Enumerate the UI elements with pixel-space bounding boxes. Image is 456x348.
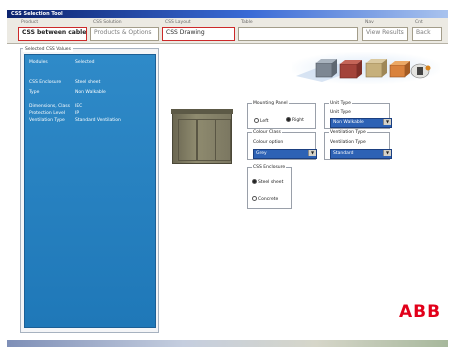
cube-grey-icon — [315, 59, 337, 78]
enclosure-option-steel[interactable]: Steel sheet — [252, 179, 283, 185]
wizard-step-label: CSS Layout — [165, 20, 191, 25]
chevron-down-icon[interactable]: ▼ — [383, 150, 391, 156]
selected-values-panel: Modules Selected CSS Enclosure Steel sheet… — [24, 54, 156, 328]
ventilation-select[interactable]: Standard ▼ — [330, 149, 392, 159]
sidebar-title: Selected CSS Values — [23, 47, 73, 52]
wizard-step-table[interactable]: Table — [238, 20, 358, 41]
colour-class-group: Colour Class Colour option Grey ▼ — [247, 130, 317, 160]
sidebar-row: Type Non Walkable — [29, 90, 106, 95]
mounting-panel-title: Mounting Panel — [252, 101, 289, 106]
window-title-bar: CSS Selection Tool — [7, 10, 448, 18]
unit-type-group: Unit Type Unit Type Non Walkable ▼ — [324, 101, 392, 129]
radio-icon — [254, 118, 259, 123]
wizard-step-back[interactable]: Cnt Back — [412, 20, 442, 41]
radio-label: Right — [292, 118, 304, 123]
switch-module-icon — [410, 63, 431, 79]
mounting-panel-group: Mounting Panel Left Right — [247, 101, 316, 129]
unit-type-field-label: Unit Type — [330, 110, 351, 115]
sidebar-row-value: IEC — [75, 104, 83, 109]
radio-label: Left — [260, 119, 269, 124]
wizard-step-results[interactable]: Nav View Results — [362, 20, 408, 41]
sidebar-row-key: CSS Enclosure — [29, 80, 62, 85]
wizard-step-label: Nav — [365, 20, 374, 25]
unit-type-select-value: Non Walkable — [333, 120, 364, 125]
radio-icon — [252, 179, 257, 184]
cube-sand-icon — [365, 59, 387, 78]
chevron-down-icon[interactable]: ▼ — [308, 150, 316, 156]
mounting-option-left[interactable]: Left — [254, 118, 268, 124]
taskbar — [7, 340, 448, 347]
sidebar-row-value: Standard Ventilation — [75, 118, 121, 123]
wizard-step-product[interactable]: Product CSS between cables — [18, 20, 87, 41]
abb-logo: ABB — [399, 302, 442, 322]
ventilation-field-label: Ventilation Type — [330, 140, 366, 145]
cube-red-icon — [339, 60, 362, 79]
ventilation-type-title: Ventilation Type — [329, 130, 367, 135]
wizard-step-label: Table — [241, 20, 253, 25]
wizard-step-label: CSS Solution — [93, 20, 122, 25]
css-enclosure-group: CSS Enclosure Steel sheet Concrete — [247, 165, 292, 209]
sidebar-row: Protection Level IP — [29, 111, 79, 116]
colour-class-title: Colour Class — [252, 130, 282, 135]
colour-field-label: Colour option — [253, 140, 284, 145]
wizard-step-value: CSS Drawing — [162, 27, 235, 41]
product-cubes-image — [296, 59, 431, 82]
sidebar-row-value: Non Walkable — [75, 90, 106, 95]
wizard-step-value: View Results — [362, 27, 408, 41]
mounting-option-right[interactable]: Right — [286, 117, 304, 123]
wizard-step-value: Back — [412, 27, 442, 41]
colour-select[interactable]: Grey ▼ — [253, 149, 317, 159]
window-title: CSS Selection Tool — [11, 11, 63, 17]
sidebar-row: Ventilation Type Standard Ventilation — [29, 118, 121, 123]
unit-type-select[interactable]: Non Walkable ▼ — [330, 118, 392, 128]
ventilation-select-value: Standard — [333, 151, 354, 156]
colour-select-value: Grey — [256, 151, 267, 156]
enclosure-door-left — [178, 119, 197, 161]
cube-orange-icon — [389, 61, 410, 78]
wizard-step-value — [238, 27, 358, 41]
sidebar-row-value: Steel sheet — [75, 80, 101, 85]
wizard-step-layout[interactable]: CSS Layout CSS Drawing — [162, 20, 235, 41]
sidebar-row: Dimensions, Class IEC — [29, 104, 82, 109]
enclosure-option-concrete[interactable]: Concrete — [252, 196, 278, 202]
wizard-step-value: Products & Options — [90, 27, 159, 41]
wizard-step-value: CSS between cables — [18, 27, 87, 41]
sidebar-row-key: Protection Level — [29, 111, 66, 116]
product-range-banner — [292, 52, 440, 84]
substation-enclosure-image — [171, 109, 233, 164]
radio-label: Concrete — [258, 197, 279, 202]
sidebar-row: Modules Selected — [29, 60, 95, 65]
wizard-step-solution[interactable]: CSS Solution Products & Options — [90, 20, 159, 41]
sidebar-row-key: Dimensions, Class — [29, 104, 70, 109]
chevron-down-icon[interactable]: ▼ — [383, 119, 391, 125]
enclosure-roof — [171, 109, 233, 114]
enclosure-door-middle — [197, 119, 216, 161]
sidebar-row-key: Type — [29, 90, 40, 95]
ventilation-type-group: Ventilation Type Ventilation Type Standa… — [324, 130, 392, 160]
sidebar-row-value: IP — [75, 111, 80, 116]
wizard-step-label: Product — [21, 20, 39, 25]
radio-label: Steel sheet — [258, 180, 284, 185]
unit-type-title: Unit Type — [329, 101, 352, 106]
enclosure-door-right — [215, 119, 231, 161]
wizard-step-label: Cnt — [415, 20, 423, 25]
wizard-steps-bar: Product CSS between cables CSS Solution … — [7, 18, 448, 44]
radio-icon — [252, 196, 257, 201]
sidebar-row-key: Modules — [29, 60, 48, 65]
radio-icon — [286, 117, 291, 122]
sidebar-row-key: Ventilation Type — [29, 118, 65, 123]
sidebar-row-value: Selected — [75, 60, 95, 65]
sidebar-row: CSS Enclosure Steel sheet — [29, 80, 100, 85]
css-enclosure-title: CSS Enclosure — [252, 165, 287, 170]
